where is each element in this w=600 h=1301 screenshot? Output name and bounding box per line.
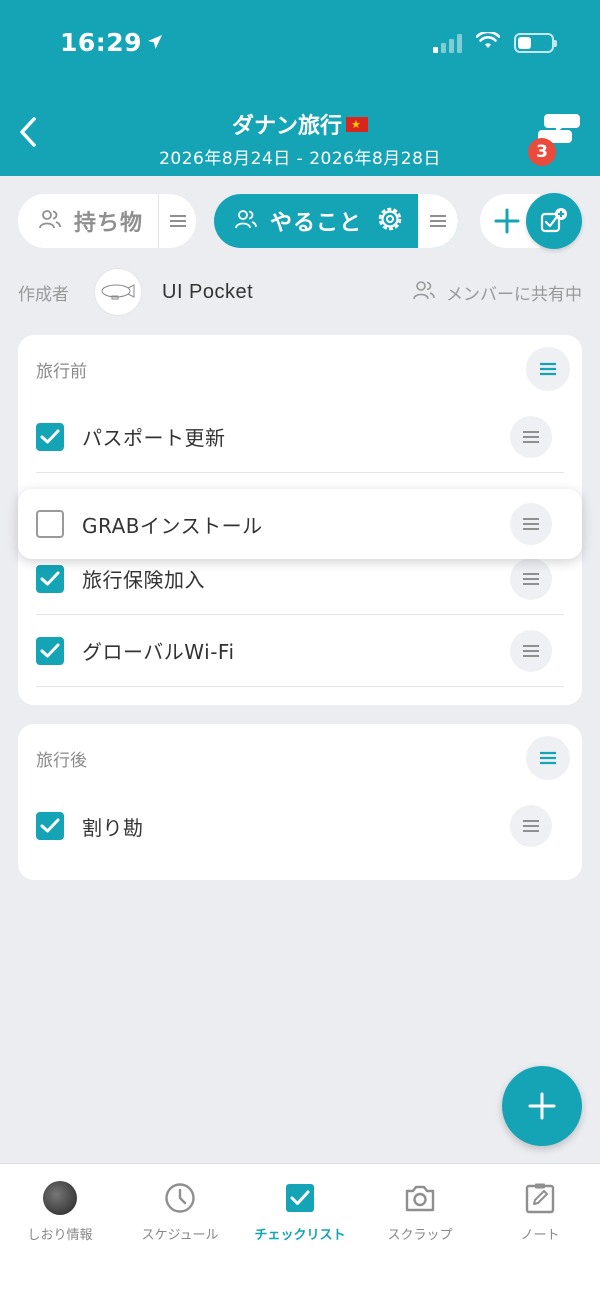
bottom-navigation: しおり情報 スケジュール チェックリスト スクラップ ノート — [0, 1163, 600, 1301]
vietnam-flag-icon — [346, 116, 368, 132]
chat-badge: 3 — [528, 138, 556, 166]
drag-handle-icon[interactable] — [510, 629, 552, 672]
tab-label: 持ち物 — [74, 211, 144, 236]
nav-label: しおり情報 — [27, 1228, 93, 1243]
add-item-fab[interactable] — [502, 1066, 582, 1146]
item-label: 割り勘 — [82, 815, 144, 840]
cellular-signal-icon — [433, 33, 462, 53]
menu-icon — [540, 362, 556, 376]
trip-title-block: ダナン旅行 2026年8月24日 - 2026年8月28日 — [0, 108, 600, 169]
menu-icon — [540, 751, 556, 765]
people-icon — [412, 279, 436, 306]
list-item: 割り勘 — [36, 790, 564, 862]
status-time: 16:29 — [60, 28, 164, 57]
checkbox-checked[interactable] — [36, 564, 64, 593]
drag-handle-icon[interactable] — [418, 194, 458, 248]
plus-icon — [494, 208, 520, 234]
checkbox-checked[interactable] — [36, 812, 64, 840]
blimp-avatar-icon — [94, 268, 142, 316]
header: 16:29 ダナン旅行 2026年8月24日 - 2026年8月28日 3 — [0, 0, 600, 176]
item-label: GRABインストール — [82, 513, 263, 538]
list-item: パスポート更新 — [36, 401, 564, 473]
item-label: グローバルWi-Fi — [82, 640, 235, 664]
checklist-add-icon — [540, 208, 567, 233]
item-label: パスポート更新 — [82, 426, 226, 450]
nav-item-scrap[interactable]: スクラップ — [360, 1164, 480, 1301]
share-status-label: メンバーに共有中 — [446, 284, 582, 305]
dragging-list-item[interactable]: GRABインストール — [18, 489, 582, 559]
nav-label: ノート — [520, 1228, 560, 1243]
tab-label: やること — [270, 211, 363, 236]
author-label: 作成者 — [18, 284, 69, 305]
drag-handle-icon[interactable] — [158, 194, 196, 248]
list-item: グローバルWi-Fi — [36, 615, 564, 687]
plus-icon — [528, 1092, 556, 1120]
nav-item-schedule[interactable]: スケジュール — [120, 1164, 240, 1301]
note-edit-icon — [525, 1182, 555, 1214]
nav-label: スケジュール — [141, 1228, 219, 1243]
drag-handle-icon[interactable] — [510, 503, 552, 545]
checkbox-checked[interactable] — [36, 636, 64, 665]
section-menu-button[interactable] — [526, 347, 570, 391]
section-title: 旅行後 — [36, 751, 87, 771]
author-row: 作成者 UI Pocket メンバーに共有中 — [18, 266, 582, 318]
drag-handle-icon[interactable] — [510, 415, 552, 458]
nav-item-note[interactable]: ノート — [480, 1164, 600, 1301]
location-arrow-icon — [146, 28, 164, 57]
add-task-button[interactable] — [526, 193, 582, 249]
nav-item-checklist[interactable]: チェックリスト — [240, 1164, 360, 1301]
gear-icon[interactable] — [374, 203, 406, 239]
avatar-icon — [43, 1181, 77, 1215]
people-icon — [234, 208, 258, 234]
battery-icon — [514, 33, 557, 53]
section-card-after-trip: 旅行後 割り勘 — [18, 724, 582, 880]
drag-handle-icon[interactable] — [510, 557, 552, 600]
nav-label: チェックリスト — [254, 1228, 346, 1243]
people-icon — [38, 208, 62, 234]
nav-label: スクラップ — [387, 1228, 453, 1243]
status-indicators — [433, 30, 557, 54]
trip-dates: 2026年8月24日 - 2026年8月28日 — [159, 149, 441, 169]
nav-item-shiori[interactable]: しおり情報 — [0, 1164, 120, 1301]
checkbox-checked[interactable] — [36, 422, 64, 451]
section-menu-button[interactable] — [526, 736, 570, 780]
wifi-icon — [475, 30, 501, 54]
share-status[interactable]: メンバーに共有中 — [412, 279, 582, 306]
tab-mochimono[interactable]: 持ち物 — [18, 194, 196, 248]
drag-handle-icon[interactable] — [510, 805, 552, 847]
tab-yarukoto[interactable]: やること — [214, 194, 458, 248]
item-label: 旅行保険加入 — [82, 568, 205, 592]
trip-title: ダナン旅行 — [231, 114, 342, 139]
checkbox-unchecked[interactable] — [36, 510, 64, 538]
camera-icon — [404, 1182, 436, 1214]
section-title: 旅行前 — [36, 362, 87, 382]
checkbox-icon — [285, 1182, 315, 1214]
clock-icon — [164, 1182, 196, 1214]
author-name: UI Pocket — [162, 280, 254, 303]
